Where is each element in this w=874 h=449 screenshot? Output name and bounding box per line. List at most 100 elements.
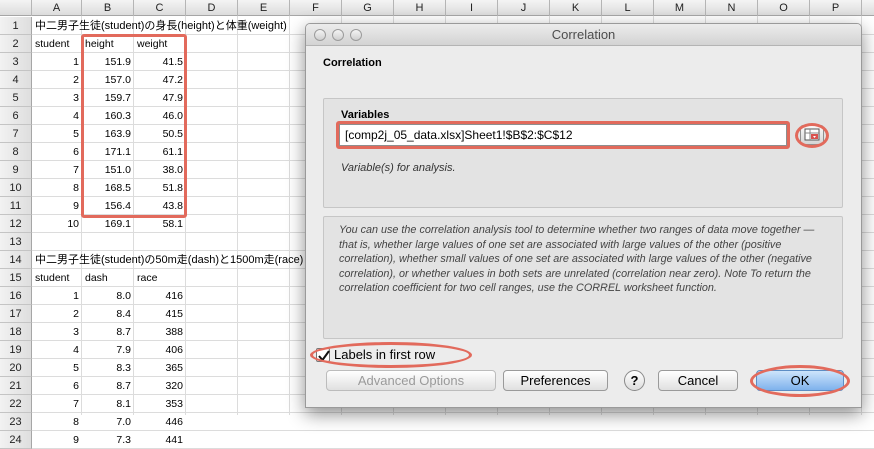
table1-data-cell[interactable]: 38.0	[134, 161, 186, 179]
row-header[interactable]: 20	[0, 359, 32, 377]
table1-data-cell[interactable]: 169.1	[82, 215, 134, 233]
table2-data-cell[interactable]: 406	[134, 341, 186, 359]
help-button[interactable]: ?	[624, 370, 645, 391]
table2-data-cell[interactable]: 6	[32, 377, 82, 395]
row-header[interactable]: 2	[0, 35, 32, 53]
table2-data-cell[interactable]: 5	[32, 359, 82, 377]
row-header[interactable]: 3	[0, 53, 32, 71]
table1-data-cell[interactable]: 51.8	[134, 179, 186, 197]
row-header[interactable]: 9	[0, 161, 32, 179]
table2-data-cell[interactable]: 415	[134, 305, 186, 323]
row-header[interactable]: 8	[0, 143, 32, 161]
table1-data-cell[interactable]: 168.5	[82, 179, 134, 197]
row-header[interactable]: 21	[0, 377, 32, 395]
table2-data-cell[interactable]: 7.0	[82, 413, 134, 431]
preferences-button[interactable]: Preferences	[503, 370, 608, 391]
row-header[interactable]: 13	[0, 233, 32, 251]
table1-data-cell[interactable]: 151.9	[82, 53, 134, 71]
table1-data-cell[interactable]: 7	[32, 161, 82, 179]
table2-data-cell[interactable]: 8	[32, 413, 82, 431]
table1-data-cell[interactable]: 47.9	[134, 89, 186, 107]
table1-data-cell[interactable]: 43.8	[134, 197, 186, 215]
column-header-m[interactable]: M	[654, 0, 706, 16]
table2-data-cell[interactable]: 7	[32, 395, 82, 413]
table2-header-cell[interactable]: race	[134, 269, 186, 287]
column-header-c[interactable]: C	[134, 0, 186, 16]
table2-data-cell[interactable]: 8.3	[82, 359, 134, 377]
table2-data-cell[interactable]: 365	[134, 359, 186, 377]
column-header-o[interactable]: O	[758, 0, 810, 16]
row-header[interactable]: 19	[0, 341, 32, 359]
table2-data-cell[interactable]: 4	[32, 341, 82, 359]
table2-data-cell[interactable]: 7.9	[82, 341, 134, 359]
table2-data-cell[interactable]: 446	[134, 413, 186, 431]
table1-data-cell[interactable]: 156.4	[82, 197, 134, 215]
table1-data-cell[interactable]: 9	[32, 197, 82, 215]
column-header-e[interactable]: E	[238, 0, 290, 16]
table2-data-cell[interactable]: 2	[32, 305, 82, 323]
table2-data-cell[interactable]: 7.3	[82, 431, 134, 449]
table2-data-cell[interactable]: 8.1	[82, 395, 134, 413]
table2-data-cell[interactable]: 8.0	[82, 287, 134, 305]
table2-data-cell[interactable]: 1	[32, 287, 82, 305]
row-header[interactable]: 10	[0, 179, 32, 197]
row-header[interactable]: 24	[0, 431, 32, 449]
table2-data-cell[interactable]: 320	[134, 377, 186, 395]
table1-data-cell[interactable]: 4	[32, 107, 82, 125]
column-header-i[interactable]: I	[446, 0, 498, 16]
table2-data-cell[interactable]: 388	[134, 323, 186, 341]
table1-data-cell[interactable]: 61.1	[134, 143, 186, 161]
table2-data-cell[interactable]: 8.7	[82, 377, 134, 395]
column-header-g[interactable]: G	[342, 0, 394, 16]
table1-data-cell[interactable]: 6	[32, 143, 82, 161]
ok-button[interactable]: OK	[756, 370, 844, 391]
table2-data-cell[interactable]: 9	[32, 431, 82, 449]
table2-data-cell[interactable]: 8.7	[82, 323, 134, 341]
row-header[interactable]: 5	[0, 89, 32, 107]
table1-data-cell[interactable]: 50.5	[134, 125, 186, 143]
row-header[interactable]: 23	[0, 413, 32, 431]
table1-data-cell[interactable]: 58.1	[134, 215, 186, 233]
table1-data-cell[interactable]: 8	[32, 179, 82, 197]
row-header[interactable]: 22	[0, 395, 32, 413]
table1-data-cell[interactable]: 157.0	[82, 71, 134, 89]
table2-data-cell[interactable]: 416	[134, 287, 186, 305]
column-header-l[interactable]: L	[602, 0, 654, 16]
row-header[interactable]: 6	[0, 107, 32, 125]
row-header[interactable]: 14	[0, 251, 32, 269]
table1-data-cell[interactable]: 171.1	[82, 143, 134, 161]
table2-header-cell[interactable]: student	[32, 269, 82, 287]
table1-data-cell[interactable]: 163.9	[82, 125, 134, 143]
table1-data-cell[interactable]: 1	[32, 53, 82, 71]
column-header-n[interactable]: N	[706, 0, 758, 16]
column-header-d[interactable]: D	[186, 0, 238, 16]
table1-data-cell[interactable]: 3	[32, 89, 82, 107]
row-header[interactable]: 4	[0, 71, 32, 89]
table1-header-cell[interactable]: height	[82, 35, 134, 53]
advanced-options-button[interactable]: Advanced Options	[326, 370, 496, 391]
variables-input[interactable]: [comp2j_05_data.xlsx]Sheet1!$B$2:$C$12	[339, 124, 787, 146]
column-header-j[interactable]: J	[498, 0, 550, 16]
column-header-p[interactable]: P	[810, 0, 862, 16]
labels-checkbox[interactable]	[316, 348, 330, 362]
column-header-b[interactable]: B	[82, 0, 134, 16]
row-header[interactable]: 17	[0, 305, 32, 323]
table2-data-cell[interactable]: 3	[32, 323, 82, 341]
table1-data-cell[interactable]: 151.0	[82, 161, 134, 179]
range-picker-button[interactable]	[800, 125, 824, 145]
row-header[interactable]: 15	[0, 269, 32, 287]
table1-data-cell[interactable]: 159.7	[82, 89, 134, 107]
table1-data-cell[interactable]: 2	[32, 71, 82, 89]
table2-header-cell[interactable]: dash	[82, 269, 134, 287]
table1-data-cell[interactable]: 160.3	[82, 107, 134, 125]
row-header[interactable]: 1	[0, 17, 32, 35]
table2-title-cell[interactable]: 中二男子生徒(student)の50m走(dash)と1500m走(race)	[32, 251, 332, 269]
table1-header-cell[interactable]: student	[32, 35, 82, 53]
table2-data-cell[interactable]: 441	[134, 431, 186, 449]
column-header-k[interactable]: K	[550, 0, 602, 16]
table2-data-cell[interactable]: 353	[134, 395, 186, 413]
table1-header-cell[interactable]: weight	[134, 35, 186, 53]
column-header-h[interactable]: H	[394, 0, 446, 16]
table1-data-cell[interactable]: 46.0	[134, 107, 186, 125]
select-all-corner[interactable]	[0, 0, 32, 16]
